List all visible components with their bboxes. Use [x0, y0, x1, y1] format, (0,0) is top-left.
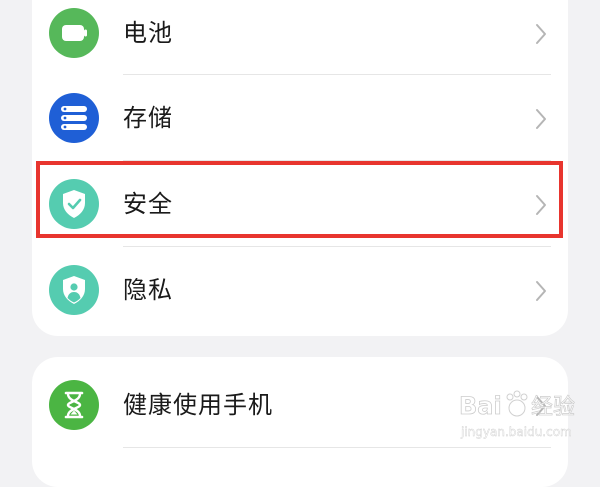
chevron-right-icon: [536, 281, 546, 301]
settings-item-label: 隐私: [123, 276, 173, 304]
svg-text:经验: 经验: [531, 395, 575, 420]
chevron-right-icon: [536, 24, 546, 44]
chevron-right-icon: [536, 195, 546, 215]
settings-item-battery[interactable]: 电池: [32, 0, 568, 76]
watermark-logo: Bai 经验 jingyan.baidu.com: [459, 390, 575, 439]
settings-item-label: 安全: [123, 190, 173, 218]
settings-item-label: 存储: [123, 104, 173, 132]
settings-item-storage[interactable]: 存储: [32, 75, 568, 161]
battery-icon: [49, 8, 99, 58]
hourglass-icon: [49, 380, 99, 430]
settings-item-security[interactable]: 安全: [32, 161, 568, 247]
settings-item-label: 健康使用手机: [123, 391, 273, 419]
privacy-shield-icon: [49, 265, 99, 315]
settings-card-device: 电池 存储 安全 隐私: [32, 0, 568, 336]
divider: [123, 447, 551, 448]
svg-text:Bai: Bai: [459, 392, 502, 420]
settings-item-privacy[interactable]: 隐私: [32, 247, 568, 333]
storage-icon: [49, 93, 99, 143]
shield-check-icon: [49, 179, 99, 229]
svg-text:jingyan.baidu.com: jingyan.baidu.com: [460, 425, 572, 439]
chevron-right-icon: [536, 109, 546, 129]
settings-item-label: 电池: [123, 19, 173, 47]
